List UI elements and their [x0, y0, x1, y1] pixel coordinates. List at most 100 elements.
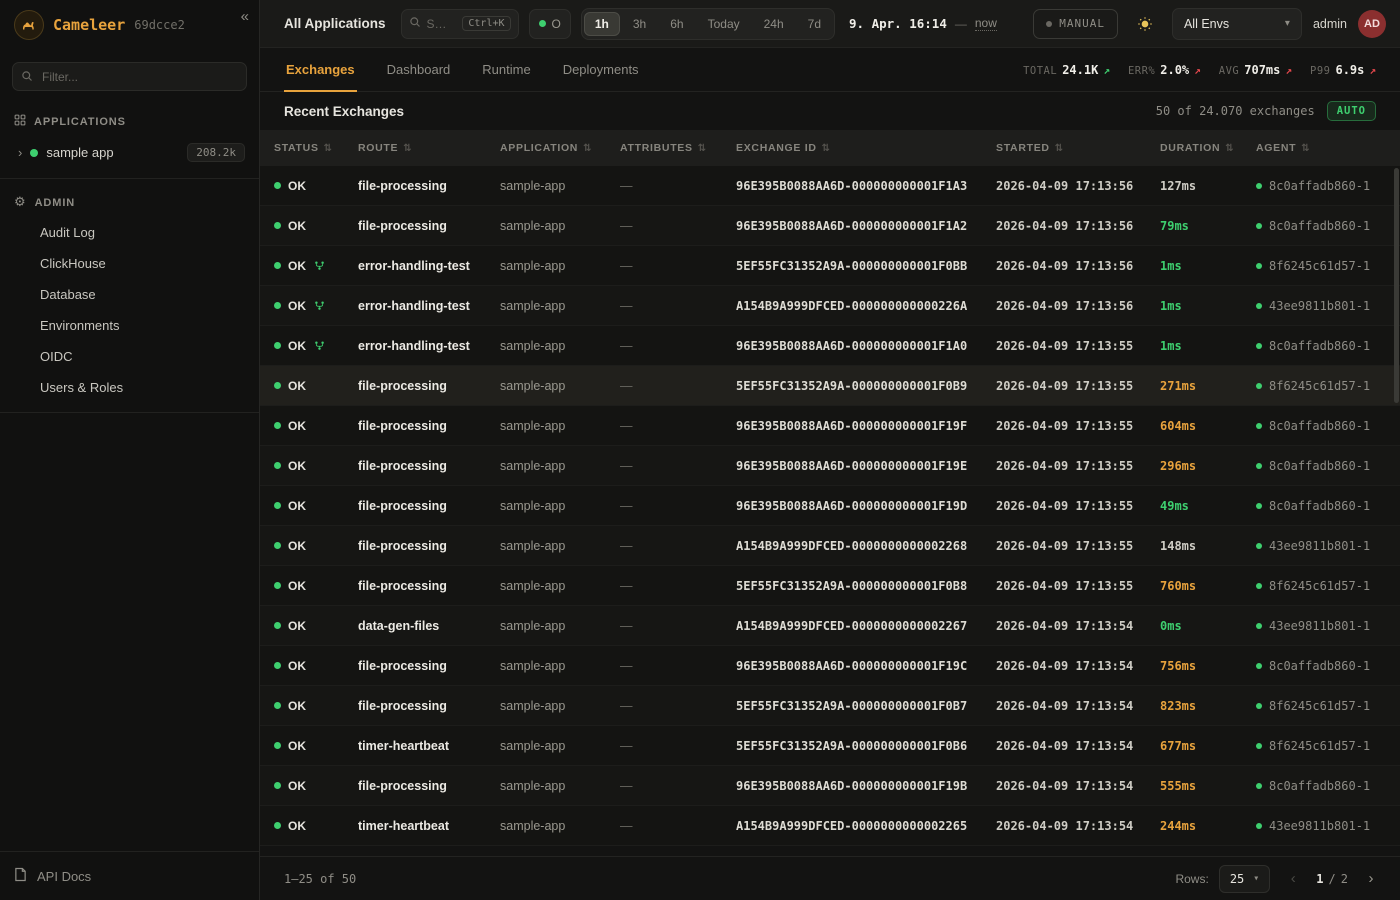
time-range-7d[interactable]: 7d	[797, 12, 832, 36]
table-row[interactable]: OKfile-processingsample-app—96E395B0088A…	[260, 446, 1400, 486]
table-row[interactable]: OKfile-processingsample-app—A154B9A999DF…	[260, 526, 1400, 566]
column-header-agent[interactable]: AGENT⇅	[1256, 142, 1400, 154]
chevron-right-icon[interactable]: ›	[18, 145, 22, 160]
table-row[interactable]: OKfile-processingsample-app—96E395B0088A…	[260, 166, 1400, 206]
started-cell: 2026-04-09 17:13:55	[996, 579, 1160, 593]
table-row[interactable]: OKfile-processingsample-app—96E395B0088A…	[260, 206, 1400, 246]
time-range-3h[interactable]: 3h	[622, 12, 657, 36]
time-range-today[interactable]: Today	[697, 12, 751, 36]
scrollbar-thumb[interactable]	[1394, 168, 1399, 403]
table-row[interactable]: OKfile-processingsample-app—96E395B0088A…	[260, 406, 1400, 446]
table-row[interactable]: OKfile-processingsample-app—5EF55FC31352…	[260, 566, 1400, 606]
status-ok-dot	[274, 302, 281, 309]
table-row[interactable]: OKtimer-heartbeatsample-app—5EF55FC31352…	[260, 726, 1400, 766]
status-ok-dot	[274, 702, 281, 709]
sort-icon: ⇅	[1055, 143, 1064, 154]
column-header-duration[interactable]: DURATION⇅	[1160, 142, 1256, 154]
exchange-count-summary: 50 of 24.070 exchanges	[1156, 104, 1315, 118]
agent-cell: 8c0affadb860-1	[1256, 179, 1400, 193]
rows-per-page-select[interactable]: 25 ▾	[1219, 865, 1270, 893]
attributes-cell: —	[620, 579, 736, 593]
tab-runtime[interactable]: Runtime	[480, 48, 532, 92]
sidebar-item-database[interactable]: Database	[0, 279, 259, 310]
column-header-status[interactable]: STATUS⇅	[274, 142, 358, 154]
agent-id: 8c0affadb860-1	[1269, 419, 1370, 433]
datetime-separator: —	[955, 17, 967, 31]
exchange-id-cell: 96E395B0088AA6D-000000000001F19C	[736, 659, 996, 673]
sidebar-item-users-roles[interactable]: Users & Roles	[0, 372, 259, 403]
column-header-exchange-id[interactable]: EXCHANGE ID⇅	[736, 142, 996, 154]
table-row[interactable]: OKfile-processingsample-app—96E395B0088A…	[260, 766, 1400, 806]
stat-value: 24.1K	[1062, 63, 1098, 77]
tab-exchanges[interactable]: Exchanges	[284, 48, 357, 92]
status-label: OK	[288, 499, 306, 513]
tab-deployments[interactable]: Deployments	[561, 48, 641, 92]
auto-refresh-badge[interactable]: AUTO	[1327, 101, 1376, 121]
table-row[interactable]: OKtimer-heartbeatsample-app—A154B9A999DF…	[260, 806, 1400, 846]
table-row[interactable]: OKfile-processingsample-app—5EF55FC31352…	[260, 366, 1400, 406]
started-cell: 2026-04-09 17:13:54	[996, 739, 1160, 753]
column-header-attributes[interactable]: ATTRIBUTES⇅	[620, 142, 736, 154]
environment-select[interactable]: All Envs ▾	[1172, 8, 1302, 40]
column-header-started[interactable]: STARTED⇅	[996, 142, 1160, 154]
agent-cell: 43ee9811b801-1	[1256, 539, 1400, 553]
table-row[interactable]: OKfile-processingsample-app—96E395B0088A…	[260, 646, 1400, 686]
table-row[interactable]: OKerror-handling-testsample-app—96E395B0…	[260, 326, 1400, 366]
online-label: O	[552, 17, 561, 31]
filter-input[interactable]	[12, 62, 247, 91]
total-pages: 2	[1341, 872, 1348, 886]
api-docs-link[interactable]: API Docs	[0, 851, 259, 900]
avatar[interactable]: AD	[1358, 10, 1386, 38]
exchange-id-cell: 96E395B0088AA6D-000000000001F19F	[736, 419, 996, 433]
online-toggle[interactable]: O	[529, 9, 571, 39]
time-range-24h[interactable]: 24h	[753, 12, 795, 36]
attributes-cell: —	[620, 379, 736, 393]
tab-dashboard[interactable]: Dashboard	[385, 48, 453, 92]
caret-down-icon: ▾	[1285, 18, 1290, 29]
application-cell: sample-app	[500, 619, 620, 633]
status-label: OK	[288, 219, 306, 233]
column-header-route[interactable]: ROUTE⇅	[358, 142, 500, 154]
duration-cell: 49ms	[1160, 499, 1256, 513]
table-row[interactable]: OKfile-processingsample-app—96E395B0088A…	[260, 486, 1400, 526]
route-cell: file-processing	[358, 419, 500, 433]
prev-page-button[interactable]: ‹	[1280, 866, 1306, 892]
page-separator: /	[1329, 872, 1336, 886]
global-search[interactable]: S… Ctrl+K	[401, 9, 519, 39]
sidebar-item-environments[interactable]: Environments	[0, 310, 259, 341]
time-range-6h[interactable]: 6h	[659, 12, 694, 36]
brand-suffix: 69dcce2	[134, 18, 185, 32]
sidebar-item-oidc[interactable]: OIDC	[0, 341, 259, 372]
sidebar-header: Cameleer 69dcce2 «	[0, 0, 259, 50]
exchange-id-cell: A154B9A999DFCED-0000000000002268	[736, 539, 996, 553]
status-ok-dot	[274, 262, 281, 269]
duration-cell: 296ms	[1160, 459, 1256, 473]
topbar-right-group: MANUAL All Envs ▾ admin AD	[1033, 8, 1386, 40]
exchange-id-cell: 96E395B0088AA6D-000000000001F19D	[736, 499, 996, 513]
agent-status-dot	[1256, 423, 1262, 429]
started-cell: 2026-04-09 17:13:54	[996, 819, 1160, 833]
table-row[interactable]: OKdata-gen-filessample-app—A154B9A999DFC…	[260, 606, 1400, 646]
status-label: OK	[288, 299, 306, 313]
agent-id: 43ee9811b801-1	[1269, 619, 1370, 633]
next-page-button[interactable]: ›	[1358, 866, 1384, 892]
attributes-cell: —	[620, 539, 736, 553]
sidebar-item-sample-app[interactable]: › sample app 208.2k	[0, 136, 259, 169]
table-row[interactable]: OKfile-processingsample-app—5EF55FC31352…	[260, 686, 1400, 726]
started-cell: 2026-04-09 17:13:54	[996, 619, 1160, 633]
status-cell: OK	[274, 379, 358, 393]
sidebar-item-clickhouse[interactable]: ClickHouse	[0, 248, 259, 279]
theme-toggle-button[interactable]	[1129, 8, 1161, 40]
agent-id: 8f6245c61d57-1	[1269, 259, 1370, 273]
sidebar-collapse-icon[interactable]: «	[241, 8, 249, 25]
sidebar-item-audit-log[interactable]: Audit Log	[0, 217, 259, 248]
table-row[interactable]: OKerror-handling-testsample-app—A154B9A9…	[260, 286, 1400, 326]
status-label: OK	[288, 739, 306, 753]
manual-refresh-button[interactable]: MANUAL	[1033, 9, 1118, 39]
now-link[interactable]: now	[975, 16, 997, 31]
column-header-application[interactable]: APPLICATION⇅	[500, 142, 620, 154]
time-range-1h[interactable]: 1h	[584, 12, 620, 36]
table-row[interactable]: OKerror-handling-testsample-app—5EF55FC3…	[260, 246, 1400, 286]
status-label: OK	[288, 179, 306, 193]
duration-cell: 1ms	[1160, 339, 1256, 353]
